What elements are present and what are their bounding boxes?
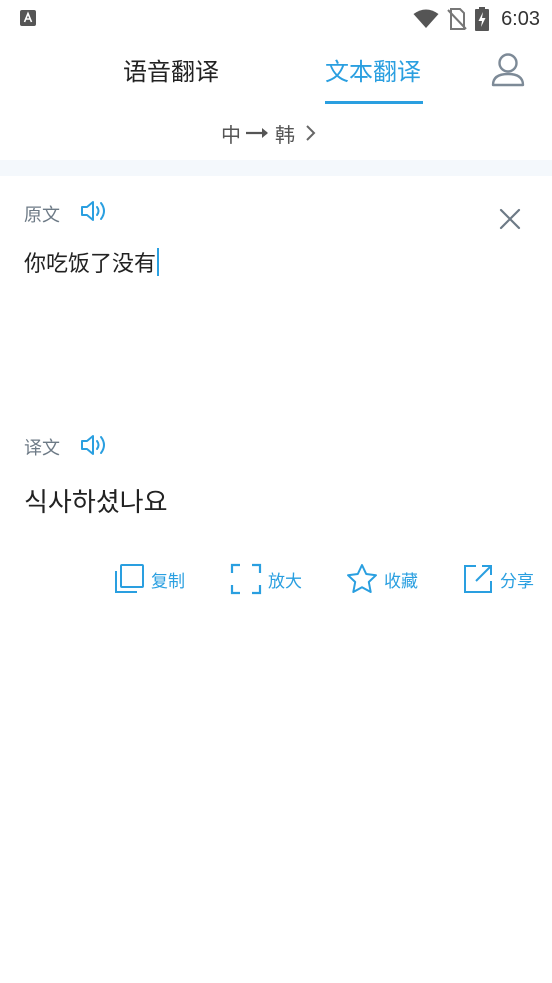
status-bar: 6:03 [0,0,552,38]
text-cursor [157,248,160,276]
section-divider [0,160,552,176]
zoom-button[interactable]: 放大 [230,562,302,596]
source-label: 原文 [24,205,60,226]
tab-text-translation[interactable]: 文本翻译 [325,52,421,92]
wifi-icon [413,9,439,28]
copy-button[interactable]: 复制 [113,562,185,596]
action-bar: 复制 放大 收藏 分享 [0,562,552,596]
language-selector[interactable]: 中 韩 [221,118,317,148]
user-icon[interactable] [490,51,526,89]
speaker-icon[interactable] [80,432,110,458]
favorite-button[interactable]: 收藏 [346,562,418,596]
share-icon [464,565,492,593]
share-button[interactable]: 分享 [462,562,534,596]
fullscreen-icon [230,563,262,595]
target-label: 译文 [24,438,60,459]
translation-screen: 6:03 语音翻译 文本翻译 中 韩 原文 你吃饭了没有 译文 식사하셨나요 复… [0,0,552,983]
translation-result: 식사하셨나요 [24,488,168,518]
status-icons: 6:03 [413,6,540,32]
favorite-label: 收藏 [384,571,418,592]
star-icon [347,564,377,593]
a-notification-icon [20,10,36,26]
active-tab-indicator [325,101,423,104]
share-label: 分享 [500,571,534,592]
chevron-right-icon [306,125,316,141]
source-text: 你吃饭了没有 [24,252,157,277]
arrow-right-icon [246,128,268,138]
source-language: 中 [221,122,241,147]
no-sim-icon [447,8,467,30]
copy-icon [115,564,144,593]
copy-label: 复制 [151,571,185,592]
zoom-label: 放大 [268,571,302,592]
tab-voice-translation[interactable]: 语音翻译 [123,52,219,92]
status-time: 6:03 [501,7,540,30]
close-icon[interactable] [499,208,521,230]
target-language: 韩 [275,122,295,147]
battery-charging-icon [475,7,490,31]
source-text-input[interactable]: 你吃饭了没有 [24,246,160,278]
speaker-icon[interactable] [80,198,110,224]
